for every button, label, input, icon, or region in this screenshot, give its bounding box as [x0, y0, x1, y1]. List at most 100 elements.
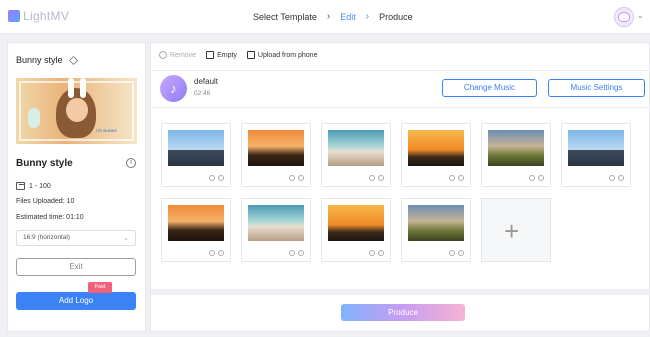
- change-music-button[interactable]: Change Music: [442, 79, 537, 97]
- tile-actions: [449, 175, 464, 181]
- chevron-down-icon: ⌄: [123, 235, 129, 242]
- phone-icon: [246, 51, 255, 59]
- media-thumbnail: [168, 130, 224, 166]
- media-thumbnail: [248, 205, 304, 241]
- media-tile[interactable]: [241, 123, 311, 187]
- preview-eye-icon[interactable]: [538, 175, 544, 181]
- template-panel: Bunny style ITE BUNNY Bunny style i 1 - …: [7, 42, 146, 332]
- preview-eye-icon[interactable]: [298, 250, 304, 256]
- media-grid: +: [151, 111, 649, 289]
- chevron-right-icon: ›: [365, 11, 370, 22]
- replace-icon[interactable]: [289, 175, 295, 181]
- replace-icon[interactable]: [369, 175, 375, 181]
- media-tile[interactable]: [321, 123, 391, 187]
- media-thumbnail: [248, 130, 304, 166]
- media-thumbnail: [328, 205, 384, 241]
- image-icon: [16, 182, 25, 190]
- preview-eye-icon[interactable]: [218, 175, 224, 181]
- preview-eye-icon[interactable]: [378, 250, 384, 256]
- thumbnail-caption: ITE BUNNY: [96, 128, 118, 133]
- add-logo-button[interactable]: Add Logo: [16, 292, 136, 310]
- preview-eye-icon[interactable]: [618, 175, 624, 181]
- media-tile[interactable]: [241, 198, 311, 262]
- media-thumbnail: [408, 130, 464, 166]
- media-thumbnail: [488, 130, 544, 166]
- media-thumbnail: [568, 130, 624, 166]
- media-range: 1 - 100: [16, 182, 51, 190]
- media-thumbnail: [168, 205, 224, 241]
- exit-button[interactable]: Exit: [16, 258, 136, 276]
- replace-icon[interactable]: [369, 250, 375, 256]
- tile-actions: [609, 175, 624, 181]
- produce-button[interactable]: Produce: [341, 304, 465, 321]
- music-settings-button[interactable]: Music Settings: [548, 79, 645, 97]
- step-nav: Select Template › Edit › Produce: [253, 11, 413, 22]
- replace-icon[interactable]: [209, 175, 215, 181]
- media-tile[interactable]: [401, 123, 471, 187]
- divider: [151, 107, 649, 108]
- media-tile[interactable]: [561, 123, 631, 187]
- add-media-button[interactable]: +: [481, 198, 551, 262]
- editor-panel: Remove Empty Upload from phone ♪ default…: [150, 42, 650, 332]
- preview-eye-icon[interactable]: [458, 175, 464, 181]
- template-title-text: Bunny style: [16, 55, 63, 65]
- pencil-icon[interactable]: [68, 55, 78, 65]
- remove-label: Remove: [170, 51, 197, 59]
- media-tile[interactable]: [161, 123, 231, 187]
- paid-badge: Paid: [88, 282, 112, 293]
- media-tile[interactable]: [401, 198, 471, 262]
- media-tile[interactable]: [321, 198, 391, 262]
- preview-eye-icon[interactable]: [298, 175, 304, 181]
- step-select-template[interactable]: Select Template: [253, 12, 317, 22]
- replace-icon[interactable]: [529, 175, 535, 181]
- tile-actions: [529, 175, 544, 181]
- template-thumbnail[interactable]: ITE BUNNY: [16, 78, 137, 144]
- media-toolbar: Remove Empty Upload from phone: [159, 51, 317, 59]
- minus-circle-icon: [159, 51, 167, 59]
- template-title: Bunny style: [16, 55, 78, 65]
- music-note-icon: ♪: [160, 75, 187, 102]
- tile-actions: [289, 250, 304, 256]
- info-icon[interactable]: i: [126, 158, 136, 168]
- style-name: Bunny style: [16, 158, 73, 169]
- plus-icon: +: [504, 216, 520, 246]
- preview-eye-icon[interactable]: [458, 250, 464, 256]
- upload-from-phone-button[interactable]: Upload from phone: [246, 51, 318, 59]
- step-edit[interactable]: Edit: [340, 12, 356, 22]
- user-avatar[interactable]: [614, 7, 634, 27]
- files-uploaded: Files Uploaded: 10: [16, 198, 75, 205]
- tile-actions: [209, 175, 224, 181]
- replace-icon[interactable]: [449, 250, 455, 256]
- replace-icon[interactable]: [209, 250, 215, 256]
- tile-actions: [369, 250, 384, 256]
- app-logo[interactable]: LightMV: [8, 9, 69, 23]
- upload-label: Upload from phone: [257, 51, 318, 59]
- replace-icon[interactable]: [609, 175, 615, 181]
- chevron-down-icon[interactable]: ⌄: [637, 11, 644, 20]
- empty-button[interactable]: Empty: [206, 51, 237, 59]
- trash-icon: [206, 51, 215, 59]
- divider: [151, 289, 649, 295]
- replace-icon[interactable]: [449, 175, 455, 181]
- divider: [151, 70, 649, 71]
- preview-eye-icon[interactable]: [378, 175, 384, 181]
- media-range-text: 1 - 100: [29, 182, 51, 190]
- music-duration: 02:46: [194, 90, 211, 97]
- avatar-face-icon: [618, 12, 630, 22]
- top-bar: LightMV Select Template › Edit › Produce…: [0, 0, 650, 34]
- media-thumbnail: [328, 130, 384, 166]
- media-tile[interactable]: [161, 198, 231, 262]
- tile-actions: [369, 175, 384, 181]
- preview-eye-icon[interactable]: [218, 250, 224, 256]
- music-name: default: [194, 77, 219, 86]
- aspect-ratio-select[interactable]: 16:9 (horizontal) ⌄: [16, 230, 136, 246]
- media-tile[interactable]: [481, 123, 551, 187]
- tile-actions: [449, 250, 464, 256]
- aspect-ratio-value: 16:9 (horizontal): [23, 234, 70, 241]
- replace-icon[interactable]: [289, 250, 295, 256]
- remove-button[interactable]: Remove: [159, 51, 196, 59]
- estimated-time: Estimated time: 01:10: [16, 214, 84, 221]
- step-produce[interactable]: Produce: [379, 12, 413, 22]
- tile-actions: [289, 175, 304, 181]
- app-name: LightMV: [23, 9, 70, 23]
